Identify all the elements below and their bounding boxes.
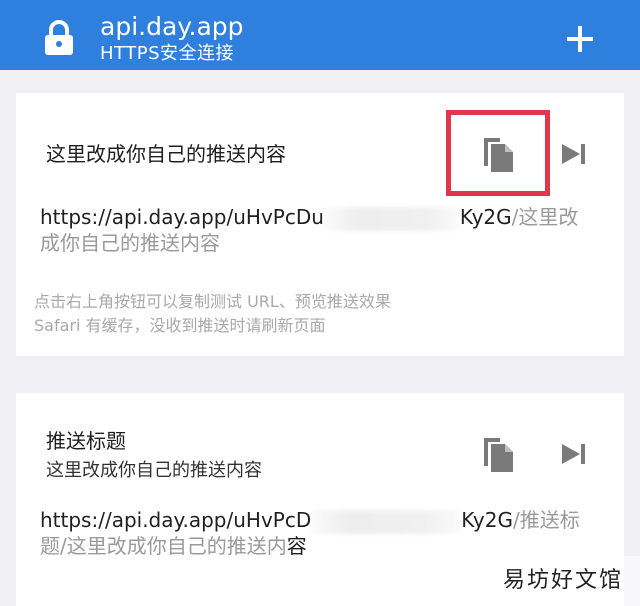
secure-connection-label: HTTPS安全连接	[100, 43, 234, 64]
push-url[interactable]: https://api.day.app/uHvPcDu Ky2G/这里改 成你自己…	[40, 204, 600, 256]
card-subtitle: 这里改成你自己的推送内容	[46, 460, 262, 481]
skip-next-icon[interactable]	[556, 434, 592, 474]
url-prefix: https://api.day.app/uHvPcD	[40, 508, 312, 532]
redacted-key	[323, 206, 460, 231]
nav-header: api.day.app HTTPS安全连接	[0, 0, 640, 70]
url-path: /推送标	[512, 508, 580, 532]
lock-icon	[45, 20, 73, 55]
add-icon[interactable]	[567, 26, 593, 52]
skip-next-icon[interactable]	[556, 134, 592, 174]
url-path-cont: 成你自己的推送内容	[40, 231, 220, 255]
push-example-card: 这里改成你自己的推送内容 https://api.day.app/uHvPcDu…	[16, 93, 624, 356]
url-prefix: https://api.day.app/uHvPcDu	[40, 205, 324, 229]
page-title: api.day.app	[100, 12, 244, 41]
url-path: /这里改	[511, 205, 579, 229]
hint-safari-cache: Safari 有缓存，没收到推送时请刷新页面	[34, 316, 326, 335]
push-url[interactable]: https://api.day.app/uHvPcD Ky2G/推送标 题/这里改…	[40, 507, 600, 559]
url-key-suffix: Ky2G	[461, 508, 513, 532]
hint-copy-preview: 点击右上角按钮可以复制测试 URL、预览推送效果	[34, 292, 391, 311]
redacted-key	[311, 509, 462, 534]
watermark: 易坊好文馆	[486, 556, 640, 606]
card-title: 这里改成你自己的推送内容	[46, 142, 286, 166]
url-key-suffix: Ky2G	[459, 205, 512, 229]
url-path-end: 容	[286, 534, 307, 558]
card-title: 推送标题	[46, 429, 126, 453]
highlight-box	[446, 110, 550, 196]
url-path-cont: 题/这里改成你自己的推送内	[40, 534, 287, 558]
copy-icon[interactable]	[480, 434, 516, 474]
